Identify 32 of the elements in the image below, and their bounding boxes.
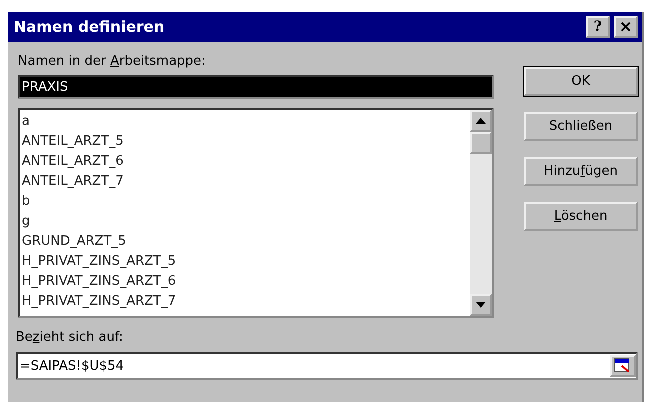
range-select-icon bbox=[614, 358, 632, 374]
field-label: Namen in der Arbeitsmappe: bbox=[18, 53, 207, 71]
field-value: =SAIPAS!$U$54 bbox=[19, 358, 126, 374]
list-item[interactable]: H_PRIVAT_ZINS_ARZT_7 bbox=[22, 292, 470, 312]
list-item[interactable]: ANTEIL_ARZT_7 bbox=[22, 172, 470, 192]
scroll-down-button[interactable] bbox=[470, 294, 492, 316]
dialog-button[interactable]: Hinzufügen bbox=[524, 157, 638, 186]
dialog-button[interactable]: Schließen bbox=[524, 112, 638, 141]
scroll-thumb[interactable] bbox=[470, 132, 492, 154]
list-item[interactable]: GRUND_ARZT_5 bbox=[22, 232, 470, 252]
reference-field[interactable]: =SAIPAS!$U$54 bbox=[16, 352, 638, 380]
field-label: Bezieht sich auf: bbox=[16, 329, 124, 347]
list-item[interactable]: ANTEIL_ARZT_5 bbox=[22, 132, 470, 152]
list-item[interactable]: ANTEIL_ARZT_6 bbox=[22, 152, 470, 172]
scroll-up-button[interactable] bbox=[470, 110, 492, 132]
dialog-button[interactable]: Löschen bbox=[524, 202, 638, 231]
dialog-button[interactable]: OK bbox=[524, 67, 638, 96]
down-arrow-icon bbox=[476, 302, 486, 308]
up-arrow-icon bbox=[476, 118, 486, 124]
scrollbar[interactable] bbox=[470, 110, 492, 316]
collapse-dialog-button[interactable] bbox=[610, 355, 636, 377]
window-title: Namen definieren bbox=[14, 18, 165, 36]
close-button[interactable]: × bbox=[614, 16, 638, 38]
list-item[interactable]: b bbox=[22, 192, 470, 212]
list-item[interactable]: H_PRIVAT_ZINS_ARZT_6 bbox=[22, 272, 470, 292]
list-item[interactable]: a bbox=[22, 112, 470, 132]
names-list[interactable]: a ANTEIL_ARZT_5 ANTEIL_ARZT_6 ANTEIL_ARZT_7 b g GRUND_ARZT_5 H_PRIVAT_ZINS_ARZT_5 H_PRIVAT_ZINS_ARZT_6 H_PRIVAT_ZINS_ARZT_7 bbox=[18, 108, 494, 318]
name-field[interactable]: PRAXIS bbox=[18, 75, 494, 99]
field-value: PRAXIS bbox=[20, 80, 70, 94]
list-item[interactable]: H_PRIVAT_ZINS_ARZT_5 bbox=[22, 252, 470, 272]
list-item[interactable]: g bbox=[22, 212, 470, 232]
help-button[interactable]: ? bbox=[586, 16, 610, 38]
